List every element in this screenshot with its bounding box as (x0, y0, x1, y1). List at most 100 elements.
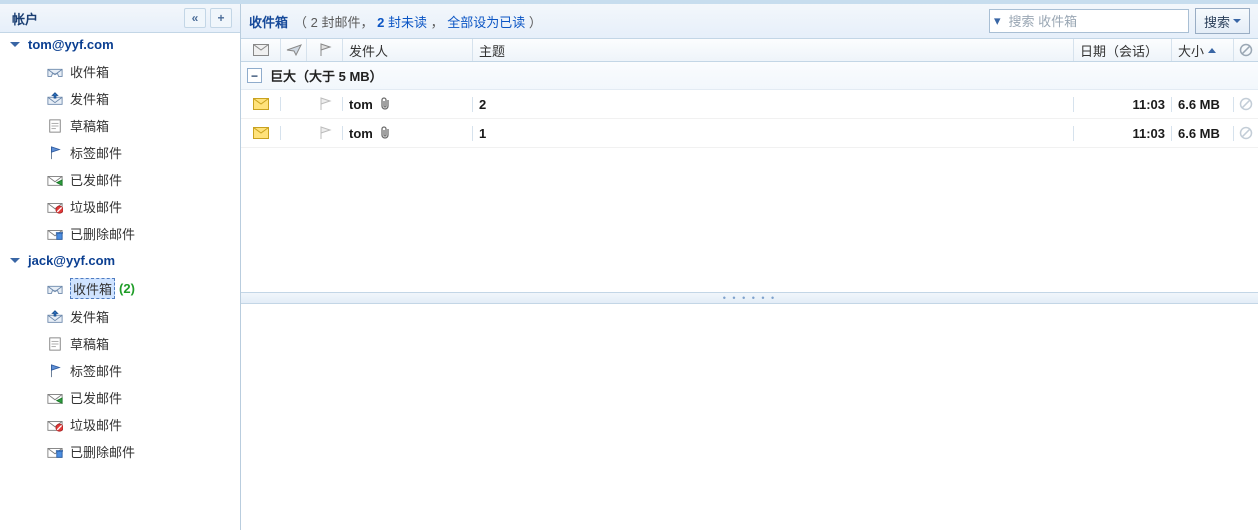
folder-unread-count: (2) (119, 281, 135, 296)
col-subject-label: 主题 (479, 41, 505, 60)
mail-subject: 1 (479, 126, 486, 141)
collapse-group-icon[interactable]: − (247, 68, 262, 83)
folder-label: 已发邮件 (70, 170, 122, 189)
chevron-double-left-icon: « (192, 11, 199, 25)
drag-handle-icon: • • • • • • (723, 293, 776, 303)
inbox-icon (44, 65, 66, 79)
account-header[interactable]: jack@yyf.com (0, 249, 240, 272)
preview-pane (241, 304, 1258, 530)
mail-flag-cell[interactable] (307, 126, 343, 140)
main-area: 收件箱 （ 2 封邮件， 2 封未读 ， 全部设为已读 ） ▾ 搜索 (241, 4, 1258, 530)
folder-item-outbox[interactable]: 发件箱 (0, 85, 240, 112)
add-account-button[interactable]: + (210, 8, 232, 28)
accounts-container: tom@yyf.com收件箱发件箱草稿箱标签邮件已发邮件垃圾邮件已删除邮件jac… (0, 33, 240, 467)
outbox-icon (44, 92, 66, 106)
info-unread-text[interactable]: 封未读 (388, 15, 427, 30)
folder-item-flag[interactable]: 标签邮件 (0, 357, 240, 384)
folder-item-drafts[interactable]: 草稿箱 (0, 112, 240, 139)
folder-label: 发件箱 (70, 89, 109, 108)
folder-item-flag[interactable]: 标签邮件 (0, 139, 240, 166)
message-group-header[interactable]: − 巨大（大于 5 MB） (241, 62, 1258, 90)
folder-label: 发件箱 (70, 307, 109, 326)
folder-list: 收件箱发件箱草稿箱标签邮件已发邮件垃圾邮件已删除邮件 (0, 56, 240, 249)
info-close: ） (529, 15, 542, 30)
mail-sender-cell: tom (343, 97, 473, 112)
folder-label: 标签邮件 (70, 143, 122, 162)
search-box[interactable]: ▾ (989, 9, 1189, 33)
mail-blocked-cell[interactable] (1234, 97, 1258, 111)
unread-envelope-icon (253, 97, 269, 111)
col-size[interactable]: 大小 (1172, 39, 1234, 61)
paperplane-icon (286, 43, 302, 57)
folder-item-trash[interactable]: 已删除邮件 (0, 220, 240, 247)
folder-item-inbox[interactable]: 收件箱 (2) (0, 274, 240, 303)
mark-all-read-link[interactable]: 全部设为已读 (447, 15, 525, 30)
folder-label: 已删除邮件 (70, 224, 135, 243)
drafts-icon (44, 337, 66, 351)
mail-subject-cell: 1 (473, 126, 1074, 141)
sort-ascending-icon (1208, 48, 1216, 53)
chevron-down-icon (10, 42, 20, 47)
folder-item-junk[interactable]: 垃圾邮件 (0, 193, 240, 220)
mail-readstate-cell[interactable] (241, 97, 281, 111)
message-group-label: 巨大（大于 5 MB） (270, 66, 383, 85)
col-date[interactable]: 日期（会话） (1074, 39, 1172, 61)
mail-flag-cell[interactable] (307, 97, 343, 111)
account-header[interactable]: tom@yyf.com (0, 33, 240, 56)
search-button[interactable]: 搜索 (1195, 8, 1250, 34)
sidebar-header-actions: « + (184, 8, 232, 28)
folder-label: 垃圾邮件 (70, 415, 122, 434)
col-flag[interactable] (307, 39, 343, 61)
col-sender[interactable]: 发件人 (343, 39, 473, 61)
mail-row[interactable]: tom 211:03 6.6 MB (241, 90, 1258, 119)
col-date-label: 日期（会话） (1080, 41, 1158, 60)
col-blocked[interactable] (1234, 39, 1258, 61)
chevron-down-icon (1233, 19, 1241, 23)
mail-subject-cell: 2 (473, 97, 1074, 112)
mail-size-cell: 6.6 MB (1172, 97, 1234, 112)
mail-date: 11:03 (1132, 126, 1165, 141)
chevron-down-icon (10, 258, 20, 263)
mail-size-cell: 6.6 MB (1172, 126, 1234, 141)
mail-row[interactable]: tom111:036.6 MB (241, 119, 1258, 148)
folder-item-sent[interactable]: 已发邮件 (0, 384, 240, 411)
folder-label: 收件箱 (73, 282, 112, 297)
folder-item-inbox[interactable]: 收件箱 (0, 58, 240, 85)
folder-item-trash[interactable]: 已删除邮件 (0, 438, 240, 465)
info-total: 2 封邮件， (311, 15, 374, 30)
folder-label: 标签邮件 (70, 361, 122, 380)
folder-item-outbox[interactable]: 发件箱 (0, 303, 240, 330)
envelope-icon (253, 43, 269, 57)
folder-item-sent[interactable]: 已发邮件 (0, 166, 240, 193)
app-root: 帐户 « + tom@yyf.com收件箱发件箱草稿箱标签邮件已发邮件垃圾邮件已… (0, 0, 1258, 530)
folder-label: 垃圾邮件 (70, 197, 122, 216)
junk-icon (44, 418, 66, 432)
col-readstate[interactable] (241, 39, 281, 61)
sidebar: 帐户 « + tom@yyf.com收件箱发件箱草稿箱标签邮件已发邮件垃圾邮件已… (0, 4, 241, 530)
column-header: 发件人 主题 日期（会话） 大小 (241, 39, 1258, 62)
blocked-icon (1239, 97, 1253, 111)
folder-item-junk[interactable]: 垃圾邮件 (0, 411, 240, 438)
collapse-panel-button[interactable]: « (184, 8, 206, 28)
info-unread-count[interactable]: 2 (377, 15, 384, 30)
paperclip-icon (381, 126, 391, 140)
mail-date-cell: 11:03 (1074, 97, 1172, 112)
flag-icon (44, 146, 66, 160)
sent-icon (44, 173, 66, 187)
folder-item-drafts[interactable]: 草稿箱 (0, 330, 240, 357)
message-list[interactable]: − 巨大（大于 5 MB） tom211:036.6 MBtom111:036.… (241, 62, 1258, 292)
col-forwarded[interactable] (281, 39, 307, 61)
mail-sender: tom (349, 97, 373, 112)
search-input[interactable] (1007, 13, 1151, 30)
preview-resize-handle[interactable]: • • • • • • (241, 292, 1258, 304)
junk-icon (44, 200, 66, 214)
mail-size: 6.6 MB (1178, 97, 1220, 112)
search-button-label: 搜索 (1204, 12, 1230, 31)
col-size-label: 大小 (1178, 41, 1204, 60)
col-subject[interactable]: 主题 (473, 39, 1074, 61)
trash-icon (44, 227, 66, 241)
search-scope-dropdown-icon[interactable]: ▾ (994, 13, 1001, 29)
mail-blocked-cell[interactable] (1234, 126, 1258, 140)
mail-readstate-cell[interactable] (241, 126, 281, 140)
toolbar: 收件箱 （ 2 封邮件， 2 封未读 ， 全部设为已读 ） ▾ 搜索 (241, 4, 1258, 39)
